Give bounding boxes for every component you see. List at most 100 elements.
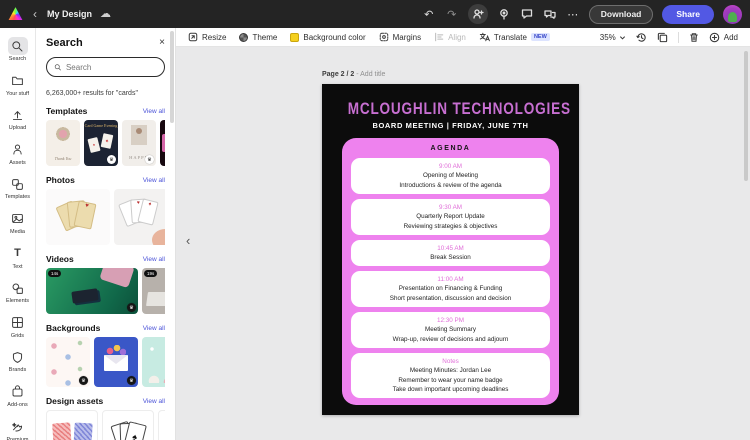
sidebar-item-upload[interactable]: Upload xyxy=(0,102,36,137)
agenda-card-2[interactable]: 9:30 AM Quarterly Report Update Reviewin… xyxy=(351,199,550,235)
poster-subtitle[interactable]: BOARD MEETING | FRIDAY, JUNE 7TH xyxy=(322,121,579,130)
section-templates-title: Templates xyxy=(46,106,88,116)
videos-view-all-link[interactable]: View all xyxy=(143,256,165,263)
hand-shape xyxy=(152,229,165,245)
top-bar: ‹ My Design ☁ ↶ ↷ ⋯ Download Share xyxy=(0,0,750,28)
pin-icon[interactable] xyxy=(497,7,511,21)
add-collaborator-icon[interactable] xyxy=(467,4,488,24)
search-input-icon xyxy=(54,63,61,70)
redo-icon[interactable]: ↷ xyxy=(445,7,459,21)
search-panel: Search × 6,263,000+ results for "cards" … xyxy=(36,28,176,440)
app-logo-icon[interactable] xyxy=(8,7,23,20)
premium-crown-badge: ♛ xyxy=(127,376,136,385)
photos-view-all-link[interactable]: View all xyxy=(143,177,165,184)
section-photos-title: Photos xyxy=(46,175,75,185)
premium-crown-badge: ♛ xyxy=(107,155,116,164)
canvas-scrollbar[interactable] xyxy=(744,51,748,181)
background-thumb-envelope-flowers[interactable]: ♛ xyxy=(94,337,138,387)
agenda-card-3[interactable]: 10:45 AM Break Session xyxy=(351,240,550,266)
background-thumb-winter[interactable] xyxy=(142,337,165,387)
sidebar-item-media[interactable]: Media xyxy=(0,206,36,241)
sidebar-item-premium-member[interactable]: Premium member xyxy=(0,414,36,440)
asset-thumb-card-backs[interactable]: ♛ xyxy=(46,410,98,440)
add-title-link[interactable]: - Add title xyxy=(356,71,385,78)
design-poster[interactable]: MCLOUGHLIN TECHNOLOGIES BOARD MEETING | … xyxy=(322,84,579,415)
pages-icon xyxy=(657,32,667,42)
translate-button[interactable]: Translate NEW xyxy=(479,32,550,42)
agenda-title[interactable]: AGENDA xyxy=(351,145,550,152)
agenda-card-4[interactable]: 11:00 AM Presentation on Financing & Fun… xyxy=(351,271,550,307)
canvas-area: ‹ Page 2 / 2 - Add title MCLOUGHLIN TECH… xyxy=(176,47,750,440)
comment-icon[interactable] xyxy=(520,7,534,21)
panel-title: Search xyxy=(46,37,83,49)
panel-scrollbar[interactable] xyxy=(170,31,174,123)
more-options-icon[interactable]: ⋯ xyxy=(566,7,580,21)
margins-icon xyxy=(379,32,388,42)
agenda-card-notes[interactable]: Notes Meeting Minutes: Jordan Lee Rememb… xyxy=(351,353,550,398)
theme-button[interactable]: Theme xyxy=(239,32,277,42)
upload-icon xyxy=(8,106,28,124)
photo-thumb-card-hand[interactable]: ♥ ♠ xyxy=(114,189,165,245)
resize-button[interactable]: Resize xyxy=(188,32,226,42)
sidebar-item-text[interactable]: T Text xyxy=(0,241,36,276)
theme-icon xyxy=(239,32,249,42)
asset-thumb-card-fan[interactable]: ♠ xyxy=(102,410,154,440)
sidebar-item-brands[interactable]: Brands xyxy=(0,344,36,379)
premium-crown-badge: ♛ xyxy=(127,303,136,312)
template-thumb-thank-you[interactable]: Thank You xyxy=(46,120,80,166)
templates-view-all-link[interactable]: View all xyxy=(143,108,165,115)
delete-page-button[interactable] xyxy=(689,32,699,43)
sidebar-item-add-ons[interactable]: Add-ons xyxy=(0,379,36,414)
zoom-level-dropdown[interactable]: 35% xyxy=(600,33,626,42)
template-thumb-partial[interactable] xyxy=(160,120,165,166)
agenda-card-5[interactable]: 12:30 PM Meeting Summary Wrap-up, review… xyxy=(351,312,550,348)
share-button[interactable]: Share xyxy=(662,4,714,24)
sidebar-item-grids[interactable]: Grids xyxy=(0,310,36,345)
video-thumb-laptop[interactable]: 19s xyxy=(142,268,165,314)
document-title[interactable]: My Design xyxy=(47,9,92,19)
background-color-button[interactable]: Background color xyxy=(290,32,366,42)
sidebar-item-elements[interactable]: Elements xyxy=(0,275,36,310)
backgrounds-row: ♛ ♛ xyxy=(46,337,165,387)
background-color-swatch xyxy=(290,32,300,42)
design-assets-view-all-link[interactable]: View all xyxy=(143,398,165,405)
premium-crown-badge: ♛ xyxy=(145,155,154,164)
account-avatar[interactable] xyxy=(723,4,742,24)
add-page-button[interactable]: Add xyxy=(709,32,738,43)
backgrounds-view-all-link[interactable]: View all xyxy=(143,325,165,332)
history-icon xyxy=(636,32,646,42)
sidebar-item-search[interactable]: Search xyxy=(0,33,36,68)
back-chevron-icon[interactable]: ‹ xyxy=(31,8,39,20)
search-input-wrap xyxy=(46,57,165,77)
asset-thumb-hand-illustration[interactable] xyxy=(158,410,165,440)
photo-thumb-vintage-cards[interactable]: ♥ xyxy=(46,189,110,245)
video-duration-badge: 19s xyxy=(144,270,158,277)
chevron-down-icon xyxy=(619,35,625,40)
collapse-panel-chevron[interactable]: ‹ xyxy=(186,233,190,248)
agenda-container[interactable]: AGENDA 9:00 AM Opening of Meeting Introd… xyxy=(342,138,559,405)
poster-title[interactable]: MCLOUGHLIN TECHNOLOGIES xyxy=(348,99,570,119)
history-button[interactable] xyxy=(636,32,647,43)
sidebar-item-assets[interactable]: Assets xyxy=(0,137,36,172)
margins-button[interactable]: Margins xyxy=(379,32,421,42)
sidebar-item-templates[interactable]: Templates xyxy=(0,171,36,206)
premium-crown-badge: ♛ xyxy=(79,376,88,385)
pages-button[interactable] xyxy=(657,32,668,43)
video-thumb-shuffle[interactable]: 14s ♛ xyxy=(46,268,138,314)
download-button[interactable]: Download xyxy=(588,4,654,24)
premium-icon xyxy=(8,418,28,436)
agenda-card-1[interactable]: 9:00 AM Opening of Meeting Introductions… xyxy=(351,158,550,194)
section-videos-title: Videos xyxy=(46,254,74,264)
undo-icon[interactable]: ↶ xyxy=(422,7,436,21)
background-thumb-pattern[interactable]: ♛ xyxy=(46,337,90,387)
close-icon[interactable]: × xyxy=(159,38,165,48)
template-thumb-happy[interactable]: HAPPY ♛ xyxy=(122,120,156,166)
search-icon xyxy=(7,37,28,55)
template-thumb-card-game-evening[interactable]: Card Game Evening ♦ ♣ ♛ xyxy=(84,120,118,166)
page-label[interactable]: Page 2 / 2 - Add title xyxy=(322,71,385,78)
align-button: Align xyxy=(434,32,466,42)
search-input[interactable] xyxy=(65,62,157,72)
cloud-sync-icon: ☁ xyxy=(100,7,112,20)
chat-bubbles-icon[interactable] xyxy=(543,7,557,21)
sidebar-item-your-stuff[interactable]: Your stuff xyxy=(0,68,36,103)
